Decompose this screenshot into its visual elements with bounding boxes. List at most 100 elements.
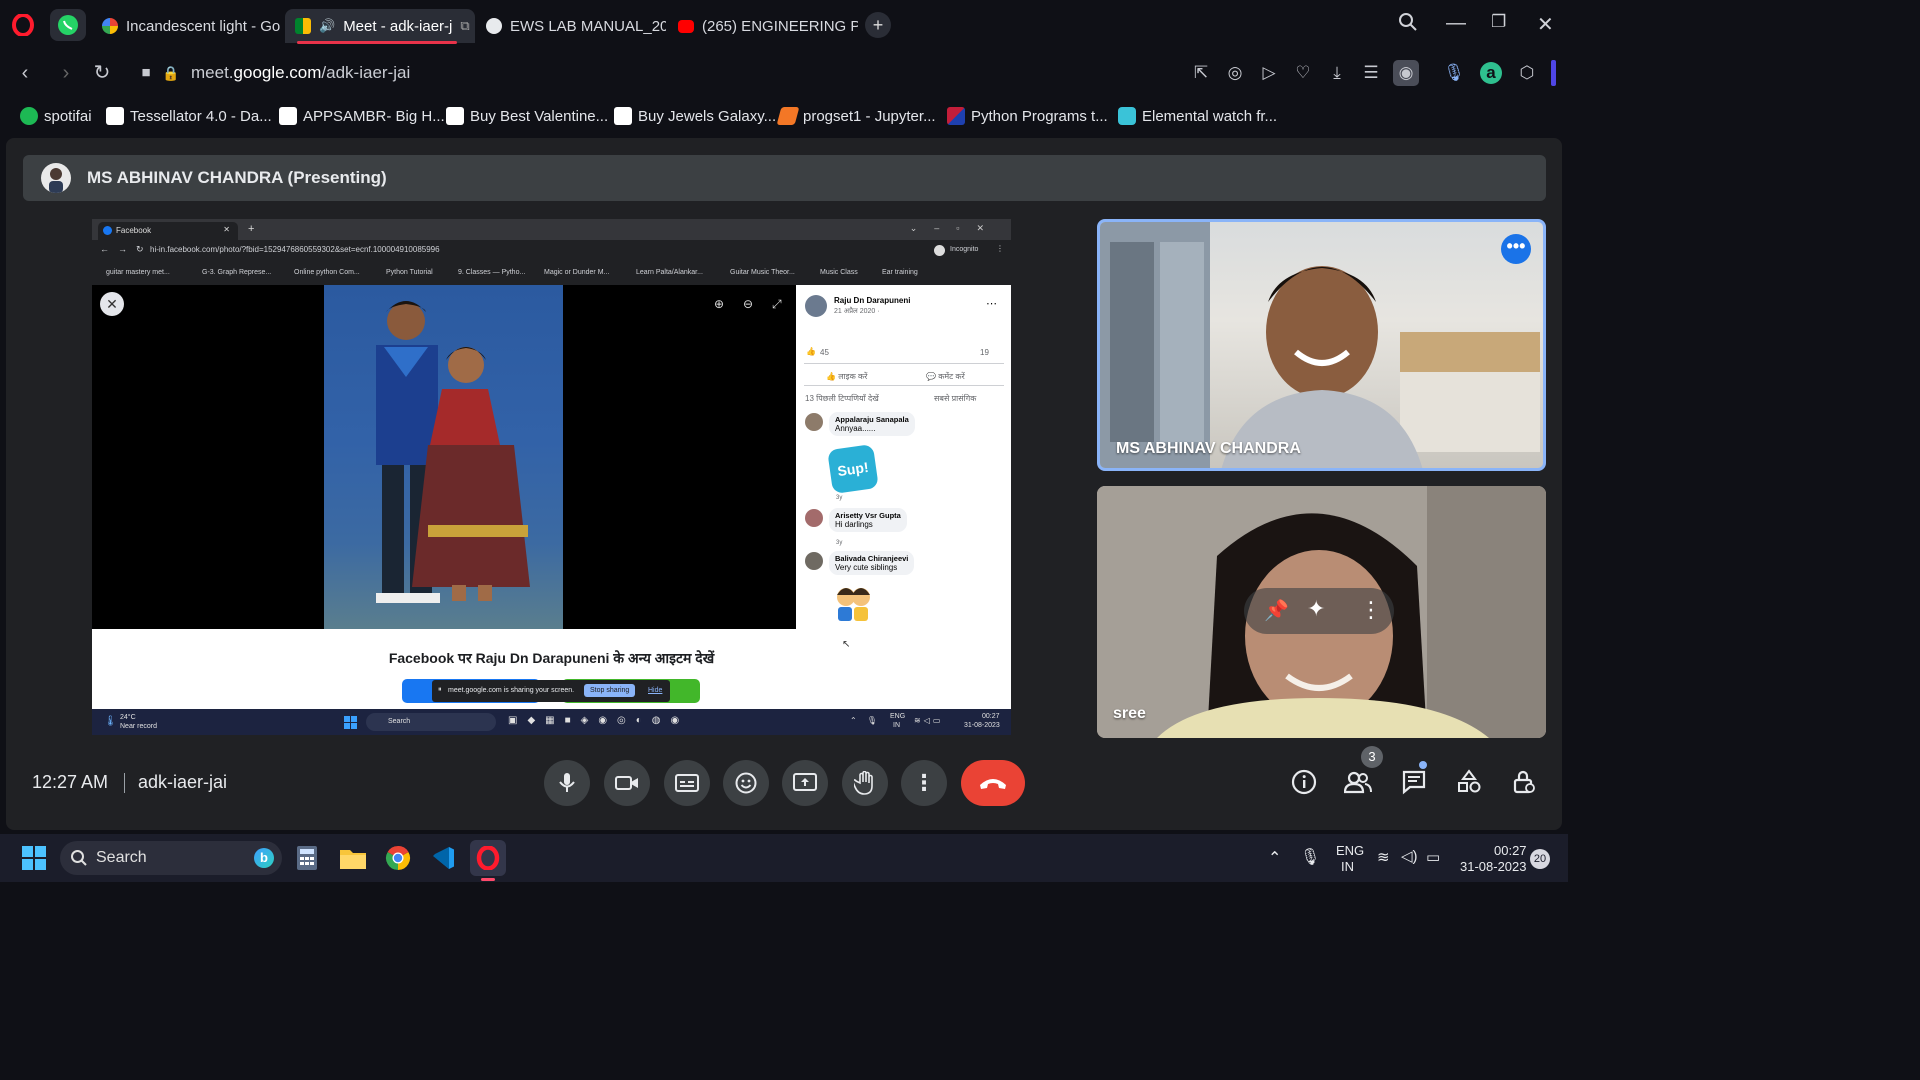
tab-incandescent-light[interactable]: Incandescent light - Go xyxy=(92,9,280,43)
participant-options-icon[interactable]: ••• xyxy=(1501,234,1531,264)
back-icon[interactable]: ‹ xyxy=(12,60,38,86)
presenter-avatar xyxy=(41,163,71,193)
extensions-cube-icon[interactable]: ⬡ xyxy=(1516,62,1538,84)
tile-more-options-icon[interactable]: ⋮ xyxy=(1360,597,1382,623)
python-site-icon xyxy=(947,107,965,125)
extension-a-icon[interactable]: a xyxy=(1480,62,1502,84)
tab-youtube[interactable]: (265) ENGINEERING PR/ xyxy=(668,9,858,43)
camera-button[interactable] xyxy=(604,760,650,806)
reload-icon[interactable]: ↻ xyxy=(89,60,115,86)
meeting-details-button[interactable] xyxy=(1289,766,1319,798)
shared-bookmark: Online python Com... xyxy=(294,269,360,276)
bookmark-python-programs[interactable]: Python Programs t... xyxy=(947,105,1108,127)
wifi-icon[interactable]: ≋ xyxy=(1377,848,1390,866)
commenter-avatar xyxy=(805,552,823,570)
vscode-icon[interactable] xyxy=(427,842,459,874)
comment-time: 3y xyxy=(836,540,843,546)
participant-tile-abhinav[interactable]: ••• MS ABHINAV CHANDRA xyxy=(1097,219,1546,471)
comment-time: 3y xyxy=(836,495,843,501)
close-window-icon[interactable]: ✕ xyxy=(1537,12,1554,37)
bookmark-label: Python Programs t... xyxy=(971,107,1108,125)
captions-button[interactable] xyxy=(664,760,710,806)
activities-button[interactable] xyxy=(1454,766,1484,798)
comments-count: 19 xyxy=(980,348,989,357)
shared-bookmark: Learn Palta/Alankar... xyxy=(636,269,703,276)
share-icon[interactable]: ⇱ xyxy=(1190,62,1212,84)
sidebar-handle[interactable] xyxy=(1551,60,1556,86)
opera-taskbar-icon[interactable] xyxy=(470,840,506,881)
clock-time[interactable]: 00:27 xyxy=(1494,843,1527,858)
opera-logo-icon[interactable] xyxy=(8,10,38,40)
sharing-text: meet.google.com is sharing your screen. xyxy=(448,687,575,694)
minimize-icon[interactable]: — xyxy=(1446,12,1466,35)
url-path: /adk-iaer-jai xyxy=(321,63,411,82)
chat-notification-dot xyxy=(1419,761,1427,769)
lock-icon[interactable]: 🔒 xyxy=(158,60,184,86)
reactions-button[interactable] xyxy=(723,760,769,806)
bookmark-jewels[interactable]: Buy Jewels Galaxy... xyxy=(614,105,776,127)
chat-button[interactable] xyxy=(1399,766,1429,798)
tab-close-icon[interactable]: ⧉ xyxy=(460,18,469,34)
notification-badge[interactable]: 20 xyxy=(1530,849,1550,869)
file-explorer-icon[interactable] xyxy=(337,842,369,874)
meeting-code[interactable]: adk-iaer-jai xyxy=(138,772,227,793)
host-controls-button[interactable] xyxy=(1509,766,1539,798)
bookmark-tessellator[interactable]: Tessellator 4.0 - Da... xyxy=(106,105,272,127)
url-field[interactable]: meet.google.com/adk-iaer-jai xyxy=(191,63,410,83)
shared-bookmarks-bar: guitar mastery met... G-3. Graph Represe… xyxy=(92,262,1011,284)
tab-label: EWS LAB MANUAL_20.1 xyxy=(510,17,666,35)
visual-effects-icon[interactable]: ✦ xyxy=(1307,596,1325,622)
profile-icon[interactable]: ◉ xyxy=(1393,60,1419,86)
volume-icon[interactable]: ◁) xyxy=(1401,847,1418,865)
microphone-in-use-icon[interactable]: 🎙 xyxy=(1443,62,1465,84)
play-icon[interactable]: ▷ xyxy=(1258,62,1280,84)
participant-video-abhinav xyxy=(1100,222,1540,468)
restore-icon[interactable]: ❐ xyxy=(1491,12,1506,32)
bookmark-label: progset1 - Jupyter... xyxy=(803,107,936,125)
microphone-button[interactable] xyxy=(544,760,590,806)
tab-search-icon[interactable] xyxy=(1398,12,1418,38)
tab-ews-lab-manual[interactable]: EWS LAB MANUAL_20.1 xyxy=(476,9,666,43)
weather-temp: 24°C xyxy=(120,714,136,721)
shared-region: IN xyxy=(893,722,900,729)
bookmark-appsambr[interactable]: APPSAMBR- Big H... xyxy=(279,105,445,127)
emoji-icon xyxy=(735,772,757,794)
camera-in-use-icon[interactable]: ■ xyxy=(133,60,159,86)
bookmark-valentine[interactable]: Buy Best Valentine... xyxy=(446,105,608,127)
commenter-name: Appalaraju Sanapala xyxy=(835,415,909,424)
commenter-avatar xyxy=(805,413,823,431)
show-hidden-icons[interactable]: ⌃ xyxy=(1268,848,1281,868)
taskbar-search-box[interactable]: b xyxy=(60,841,282,875)
windows-start-icon[interactable] xyxy=(18,842,50,874)
comment-bubble: Appalaraju Sanapala Annyaa...... xyxy=(829,412,915,436)
participant-tile-sree[interactable]: 📌 ✦ ⋮ sree xyxy=(1097,486,1546,738)
pin-icon[interactable]: 📌 xyxy=(1264,598,1289,623)
youtube-icon xyxy=(678,19,694,33)
easy-setup-icon[interactable]: ☰ xyxy=(1360,62,1382,84)
bookmark-elemental[interactable]: Elemental watch fr... xyxy=(1118,105,1277,127)
more-options-button[interactable]: ⋮ xyxy=(901,760,947,806)
shared-window-controls: ⌄–▫✕ xyxy=(909,223,1001,233)
language-indicator[interactable]: ENG xyxy=(1336,843,1364,858)
forward-icon[interactable]: › xyxy=(53,60,79,86)
battery-icon[interactable]: ▭ xyxy=(1426,848,1440,866)
heart-icon[interactable]: ♡ xyxy=(1292,62,1314,84)
bookmark-progset1[interactable]: progset1 - Jupyter... xyxy=(776,105,936,127)
raise-hand-button[interactable] xyxy=(842,760,888,806)
previous-comments-link: 13 पिछली टिप्पणियाँ देखें xyxy=(805,394,879,403)
chrome-icon[interactable] xyxy=(382,842,414,874)
snapshot-icon[interactable]: ◎ xyxy=(1224,62,1246,84)
leave-call-button[interactable] xyxy=(961,760,1025,806)
shared-bookmark: Ear training xyxy=(882,269,918,276)
whatsapp-icon[interactable] xyxy=(50,9,86,41)
present-screen-button[interactable] xyxy=(782,760,828,806)
clock-date[interactable]: 31-08-2023 xyxy=(1460,859,1527,874)
presenter-name: MS ABHINAV CHANDRA (Presenting) xyxy=(87,168,387,187)
download-icon[interactable]: ⤓ xyxy=(1326,62,1348,84)
bookmark-spotifai[interactable]: spotifai xyxy=(20,105,92,127)
microphone-tray-icon[interactable]: 🎙 xyxy=(1300,847,1320,867)
calculator-icon[interactable] xyxy=(291,842,323,874)
people-button[interactable] xyxy=(1343,766,1373,798)
tab-meet[interactable]: 🔊 Meet - adk-iaer-j ⧉ xyxy=(285,9,475,43)
new-tab-icon[interactable]: + xyxy=(865,12,891,38)
